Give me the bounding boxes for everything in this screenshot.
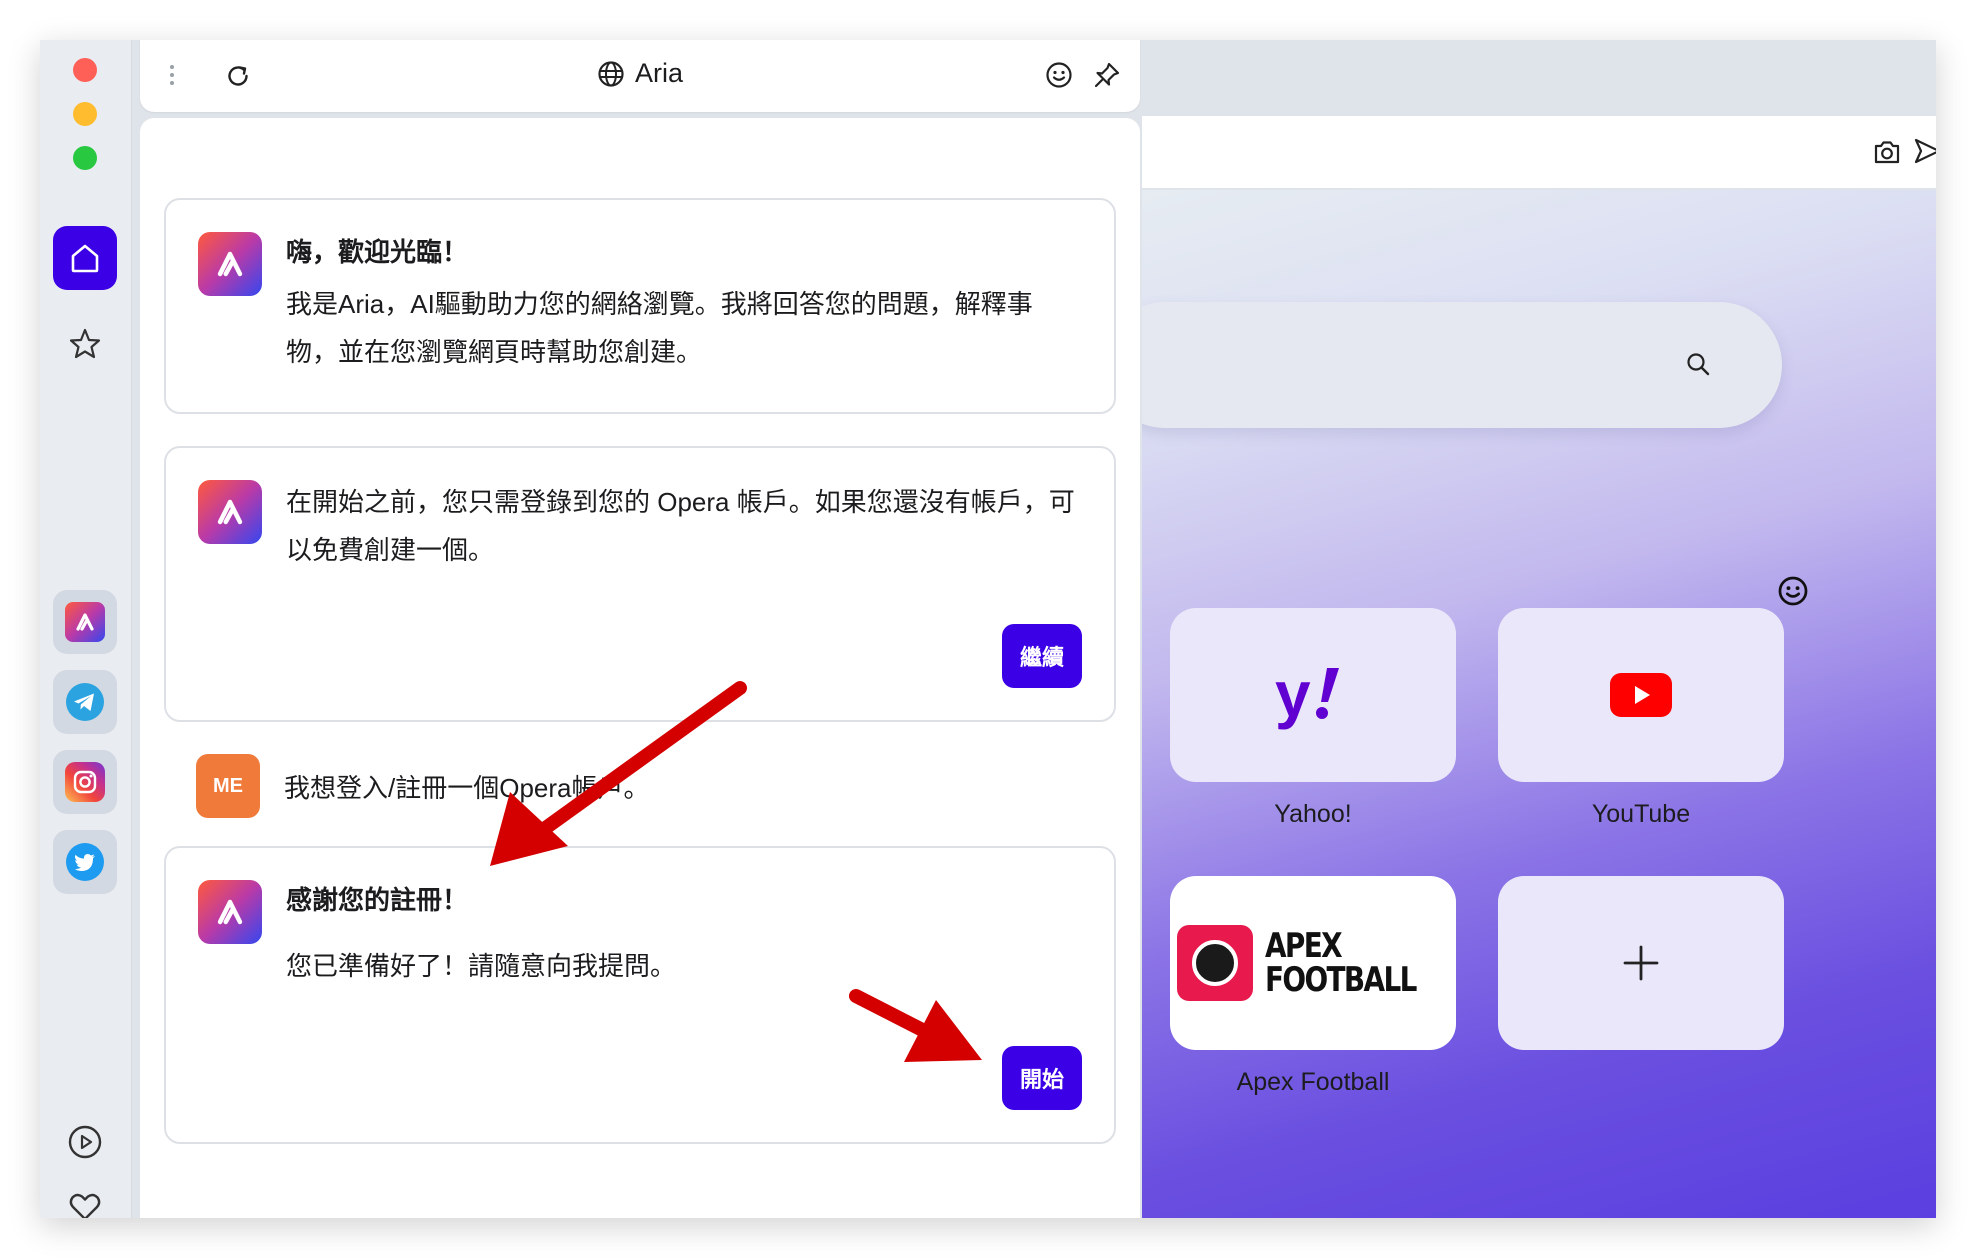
apex-football-logo: APEX FOOTBALL xyxy=(1177,925,1449,1001)
aria-icon xyxy=(217,499,243,525)
sidebar-item-aria[interactable] xyxy=(53,590,117,654)
telegram-icon xyxy=(66,683,104,721)
address-bar-area xyxy=(1142,116,1936,188)
add-speed-dial-button[interactable] xyxy=(1498,876,1784,1050)
globe-icon xyxy=(598,60,624,87)
sidebar-item-favorites[interactable] xyxy=(53,1174,117,1218)
emoji-icon[interactable] xyxy=(1776,574,1810,608)
sidebar-item-telegram[interactable] xyxy=(53,670,117,734)
zoom-window-button[interactable] xyxy=(73,146,97,170)
chat-message-aria: 嗨，歡迎光臨！ 我是Aria，AI驅動助力您的網絡瀏覽。我將回答您的問題，解釋事… xyxy=(164,198,1116,414)
svg-text:y: y xyxy=(1275,660,1311,730)
chat-message-aria: 在開始之前，您只需登錄到您的 Opera 帳戶。如果您還沒有帳戶，可以免費創建一… xyxy=(164,446,1116,722)
youtube-icon xyxy=(1610,673,1672,717)
aria-icon xyxy=(217,251,243,277)
continue-button[interactable]: 繼續 xyxy=(1002,624,1082,688)
speed-dial-tile-youtube[interactable] xyxy=(1498,608,1784,782)
sidebar-item-player[interactable] xyxy=(53,1110,117,1174)
aria-icon xyxy=(217,899,243,925)
message-text: 我是Aria，AI驅動助力您的網絡瀏覽。我將回答您的問題，解釋事物，並在您瀏覽網… xyxy=(286,289,1033,367)
panel-title-text: Aria xyxy=(634,58,683,88)
sidebar-item-twitter[interactable] xyxy=(53,830,117,894)
star-icon xyxy=(69,328,101,359)
tile-label: YouTube xyxy=(1591,800,1691,828)
camera-icon[interactable] xyxy=(1872,138,1902,166)
send-icon[interactable] xyxy=(1912,136,1936,166)
instagram-icon xyxy=(65,762,105,802)
aria-icon xyxy=(65,602,105,642)
minimize-window-button[interactable] xyxy=(73,102,97,126)
aria-avatar xyxy=(198,480,262,544)
message-title: 嗨，歡迎光臨！ xyxy=(286,237,469,267)
heart-icon xyxy=(69,1193,101,1218)
close-window-button[interactable] xyxy=(73,58,97,82)
sidebar-item-instagram[interactable] xyxy=(53,750,117,814)
sidebar xyxy=(40,40,132,1218)
speed-dial-tile-apex-football[interactable]: APEX FOOTBALL xyxy=(1170,876,1456,1050)
message-text: 在開始之前，您只需登錄到您的 Opera 帳戶。如果您還沒有帳戶，可以免費創建一… xyxy=(286,487,1075,565)
chat-message-user: ME 我想登入/註冊一個Opera帳戶。 xyxy=(196,754,650,818)
message-text: 我想登入/註冊一個Opera帳戶。 xyxy=(284,772,650,803)
sidebar-item-speed-dial[interactable] xyxy=(53,312,117,376)
pin-icon[interactable] xyxy=(1092,60,1122,90)
message-text: 您已準備好了！請隨意向我提問。 xyxy=(286,951,677,981)
chat-message-aria: 感謝您的註冊！ 您已準備好了！請隨意向我提問。 開始 xyxy=(164,846,1116,1144)
sidebar-item-home[interactable] xyxy=(53,226,117,290)
aria-chat-panel: 嗨，歡迎光臨！ 我是Aria，AI驅動助力您的網絡瀏覽。我將回答您的問題，解釋事… xyxy=(140,118,1140,1218)
user-avatar: ME xyxy=(196,754,260,818)
aria-avatar xyxy=(198,880,262,944)
emoji-icon[interactable] xyxy=(1044,60,1074,90)
start-button[interactable]: 開始 xyxy=(1002,1046,1082,1110)
tile-label: Yahoo! xyxy=(1274,800,1352,828)
search-input[interactable] xyxy=(1142,302,1782,428)
browser-window: Aria 嗨，歡迎光臨！ 我是Aria，AI驅動助力您的網絡瀏覽。我將回答您的問… xyxy=(40,40,1936,1218)
aria-panel-header: Aria xyxy=(140,40,1140,112)
panel-title: Aria xyxy=(140,58,1140,89)
twitter-icon xyxy=(66,843,104,881)
message-title: 感謝您的註冊！ xyxy=(286,885,469,915)
plus-icon xyxy=(1623,945,1659,981)
tile-label: Apex Football xyxy=(1236,1068,1390,1096)
yahoo-icon: y xyxy=(1275,660,1339,730)
home-icon xyxy=(71,244,99,273)
speed-dial-tile-yahoo[interactable]: y xyxy=(1170,608,1456,782)
play-icon xyxy=(68,1125,102,1159)
aria-avatar xyxy=(198,232,262,296)
search-icon[interactable] xyxy=(1684,350,1712,378)
speed-dial-page: y Yahoo! YouTube APEX FOOTBALL Apex Footb… xyxy=(1142,190,1936,1218)
